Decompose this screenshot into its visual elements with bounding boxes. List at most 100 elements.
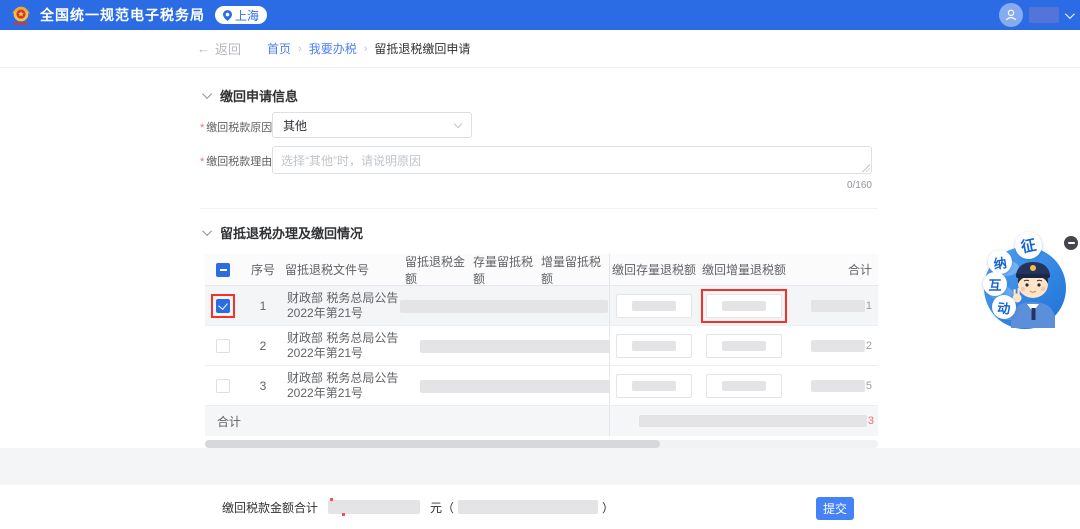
return-stock-input[interactable] bbox=[616, 374, 692, 398]
table-footer-row: 合计 3 bbox=[205, 406, 878, 436]
submit-button[interactable]: 提交 bbox=[816, 497, 854, 520]
app-title: 全国统一规范电子税务局 bbox=[40, 5, 205, 25]
return-reason-label: *缴回税款原因 bbox=[200, 112, 266, 135]
location-switcher[interactable]: 上海 bbox=[215, 6, 267, 24]
col-incremental-amount: 增量留抵税额 bbox=[541, 254, 609, 285]
doc-number: 财政部 税务总局公告2022年第21号 bbox=[285, 331, 405, 361]
breadcrumb-separator-icon: › bbox=[298, 43, 302, 55]
field-return-explanation: *缴回税款理由 bbox=[200, 146, 872, 174]
row-index: 2 bbox=[241, 326, 285, 365]
table-row: 2 财政部 税务总局公告2022年第21号 2 bbox=[205, 326, 878, 366]
col-stock-amount: 存量留抵税额 bbox=[473, 254, 541, 285]
amount-total-label: 缴回税款金额合计 bbox=[222, 499, 318, 516]
breadcrumb-current-page: 留抵退税缴回申请 bbox=[374, 40, 470, 57]
collapse-chevron-icon bbox=[202, 226, 212, 236]
section-divider bbox=[200, 208, 878, 209]
unit-open-text: 元（ bbox=[430, 499, 454, 516]
breadcrumb-bar: ← 返回 首页 › 我要办税 › 留抵退税缴回申请 bbox=[0, 30, 1080, 68]
row-index: 1 bbox=[241, 286, 285, 325]
minus-icon bbox=[1068, 242, 1075, 244]
back-button[interactable]: ← 返回 bbox=[197, 39, 241, 58]
annotation-box-red bbox=[701, 289, 787, 323]
redacted-value bbox=[632, 341, 676, 351]
location-label: 上海 bbox=[235, 7, 259, 24]
horizontal-scrollbar-track[interactable] bbox=[205, 440, 878, 448]
table-row: 3 财政部 税务总局公告2022年第21号 5 bbox=[205, 366, 878, 406]
total-visible-digit: 5 bbox=[866, 380, 872, 392]
refund-table: 序号 留抵退税文件号 留抵退税金额 存量留抵税额 增量留抵税额 缴回存量退税额 … bbox=[205, 254, 878, 436]
top-header-bar: 全国统一规范电子税务局 上海 bbox=[0, 0, 1080, 30]
row-checkbox[interactable] bbox=[216, 299, 230, 313]
doc-number: 财政部 税务总局公告2022年第21号 bbox=[285, 291, 405, 321]
page-background-band bbox=[0, 448, 1080, 485]
redacted-value bbox=[722, 341, 766, 351]
return-stock-input[interactable] bbox=[616, 334, 692, 358]
textarea-resize-handle-icon[interactable] bbox=[862, 164, 870, 172]
person-icon bbox=[1004, 8, 1018, 22]
redacted-total bbox=[811, 300, 865, 312]
redacted-value bbox=[632, 381, 676, 391]
minimize-widget-button[interactable] bbox=[1064, 236, 1078, 250]
total-visible-digit: 1 bbox=[866, 300, 872, 312]
redacted-value bbox=[632, 301, 676, 311]
select-chevron-icon bbox=[454, 120, 462, 128]
return-explanation-label: *缴回税款理由 bbox=[200, 146, 266, 169]
col-index: 序号 bbox=[241, 254, 285, 285]
mascot-char-hu: 互 bbox=[983, 272, 1007, 296]
grand-total-visible-digit: 3 bbox=[868, 415, 874, 427]
unit-close-text: ） bbox=[602, 499, 614, 516]
row-index: 3 bbox=[241, 366, 285, 405]
redacted-value bbox=[722, 301, 766, 311]
redacted-amounts bbox=[420, 380, 610, 393]
breadcrumb-home[interactable]: 首页 bbox=[267, 40, 291, 57]
total-visible-digit: 2 bbox=[866, 340, 872, 352]
horizontal-scrollbar-thumb[interactable] bbox=[205, 440, 660, 448]
username-redacted[interactable] bbox=[1029, 7, 1059, 23]
redacted-amount-words bbox=[458, 500, 598, 514]
footer-total-label: 合计 bbox=[205, 406, 609, 436]
table-header-row: 序号 留抵退税文件号 留抵退税金额 存量留抵税额 增量留抵税额 缴回存量退税额 … bbox=[205, 254, 878, 286]
section-title: 留抵退税办理及缴回情况 bbox=[220, 223, 363, 242]
tax-bureau-emblem-logo bbox=[10, 4, 32, 26]
breadcrumb: 首页 › 我要办税 › 留抵退税缴回申请 bbox=[267, 40, 470, 57]
interaction-assistant-widget[interactable]: 征 纳 互 动 bbox=[975, 238, 1075, 338]
row-checkbox[interactable] bbox=[216, 379, 230, 393]
select-all-checkbox[interactable] bbox=[216, 263, 230, 277]
section-refund-return-status[interactable]: 留抵退税办理及缴回情况 bbox=[205, 223, 363, 242]
redacted-total bbox=[811, 340, 865, 352]
page: 全国统一规范电子税务局 上海 ← 返回 首页 › 我要办 bbox=[0, 0, 1080, 529]
return-reason-value: 其他 bbox=[283, 117, 307, 134]
redacted-value bbox=[722, 381, 766, 391]
doc-number: 财政部 税务总局公告2022年第21号 bbox=[285, 371, 405, 401]
section-return-application-info[interactable]: 缴回申请信息 bbox=[205, 86, 298, 105]
annotation-box-red bbox=[211, 294, 235, 318]
breadcrumb-tax-services[interactable]: 我要办税 bbox=[309, 40, 357, 57]
collapse-chevron-icon bbox=[202, 89, 212, 99]
field-return-reason: *缴回税款原因 其他 bbox=[200, 112, 472, 138]
return-incremental-input[interactable] bbox=[706, 294, 782, 318]
return-incremental-input[interactable] bbox=[706, 334, 782, 358]
return-explanation-textarea[interactable] bbox=[272, 146, 872, 174]
user-avatar[interactable] bbox=[999, 3, 1023, 27]
main-content: 缴回申请信息 *缴回税款原因 其他 *缴回税款理由 0/160 留抵退税办理及缴… bbox=[200, 68, 880, 448]
breadcrumb-separator-icon: › bbox=[364, 43, 368, 55]
redacted-grand-total bbox=[639, 415, 867, 427]
redacted-amount bbox=[328, 500, 420, 514]
table-row: 1 财政部 税务总局公告2022年第21号 1 bbox=[205, 286, 878, 326]
back-arrow-icon: ← bbox=[197, 41, 210, 56]
return-reason-select[interactable]: 其他 bbox=[272, 112, 472, 138]
section-title: 缴回申请信息 bbox=[220, 86, 298, 105]
col-return-incremental: 缴回增量退税额 bbox=[698, 261, 790, 278]
redacted-total bbox=[811, 380, 865, 392]
chevron-down-icon[interactable] bbox=[1065, 9, 1075, 19]
return-incremental-input[interactable] bbox=[706, 374, 782, 398]
location-pin-icon bbox=[223, 10, 232, 21]
redacted-amounts bbox=[420, 340, 610, 353]
char-counter: 0/160 bbox=[272, 180, 872, 191]
back-label: 返回 bbox=[215, 39, 241, 58]
required-mark: * bbox=[200, 122, 204, 134]
required-mark: * bbox=[200, 156, 204, 168]
row-checkbox[interactable] bbox=[216, 339, 230, 353]
return-stock-input[interactable] bbox=[616, 294, 692, 318]
col-refund-amount: 留抵退税金额 bbox=[405, 254, 473, 285]
